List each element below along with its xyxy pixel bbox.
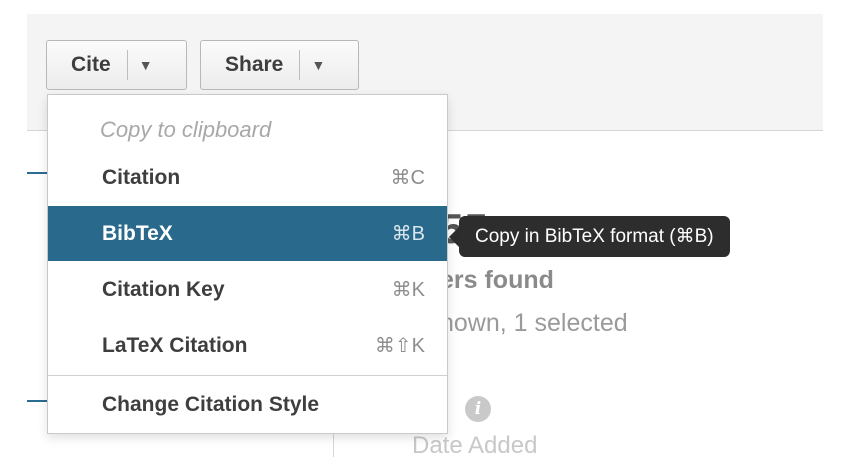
results-found-label: ers found bbox=[440, 266, 554, 294]
chevron-down-icon[interactable]: ▼ bbox=[300, 57, 336, 73]
sidebar-accent-line bbox=[27, 400, 49, 402]
menu-divider bbox=[48, 375, 447, 376]
results-shown-label: hown, 1 selected bbox=[440, 309, 628, 337]
menu-item-shortcut: ⌘K bbox=[391, 279, 425, 301]
menu-item-shortcut: ⌘C bbox=[390, 167, 425, 189]
menu-item-label: Citation Key bbox=[102, 277, 225, 301]
menu-item-bibtex[interactable]: BibTeX ⌘B bbox=[48, 206, 447, 261]
menu-item-shortcut: ⌘B bbox=[391, 223, 425, 245]
bibtex-tooltip: Copy in BibTeX format (⌘B) bbox=[449, 216, 730, 257]
menu-item-label: Citation bbox=[102, 165, 181, 189]
menu-item-shortcut: ⌘⇧K bbox=[374, 335, 425, 357]
menu-section-header: Copy to clipboard bbox=[100, 117, 272, 142]
menu-item-citation[interactable]: Citation ⌘C bbox=[48, 150, 447, 205]
info-icon[interactable]: i bbox=[465, 396, 491, 422]
sidebar-accent-line bbox=[27, 172, 49, 174]
tooltip-text: Copy in BibTeX format (⌘B) bbox=[475, 226, 714, 247]
menu-item-label: LaTeX Citation bbox=[102, 333, 248, 357]
cite-button-label: Cite bbox=[71, 53, 111, 76]
menu-item-label: Change Citation Style bbox=[102, 392, 320, 416]
share-button-label: Share bbox=[225, 53, 284, 76]
menu-item-label: BibTeX bbox=[102, 221, 173, 245]
cite-dropdown-menu: Copy to clipboard Citation ⌘C BibTeX ⌘B … bbox=[47, 94, 448, 434]
menu-item-latex-citation[interactable]: LaTeX Citation ⌘⇧K bbox=[48, 318, 447, 373]
share-button[interactable]: Share ▼ bbox=[200, 40, 359, 90]
tooltip-arrow bbox=[449, 227, 459, 247]
menu-item-change-citation-style[interactable]: Change Citation Style bbox=[48, 377, 447, 432]
cite-button[interactable]: Cite ▼ bbox=[46, 40, 187, 90]
menu-item-citation-key[interactable]: Citation Key ⌘K bbox=[48, 262, 447, 317]
date-added-heading: Date Added bbox=[412, 432, 538, 459]
chevron-down-icon[interactable]: ▼ bbox=[128, 57, 164, 73]
